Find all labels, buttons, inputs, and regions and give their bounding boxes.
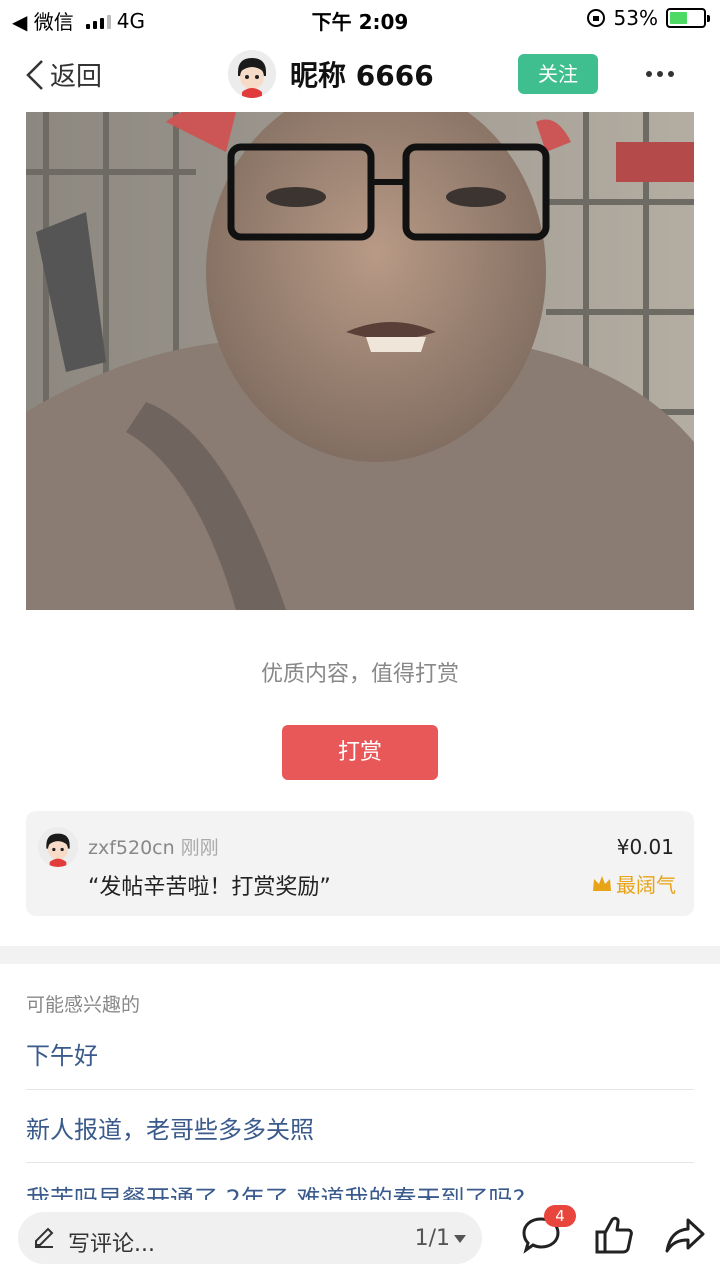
recommend-title: 可能感兴趣的 — [26, 994, 141, 1016]
avatar[interactable] — [38, 827, 78, 867]
section-divider — [0, 946, 720, 964]
reward-user: zxf520cn 刚刚 — [88, 833, 219, 860]
pencil-icon — [35, 1227, 54, 1248]
divider — [26, 1162, 694, 1163]
status-bar: ◀ 微信 4G 下午 2:09 53% — [0, 0, 720, 36]
bottom-bar: 写评论... 1/1 4 — [0, 1200, 720, 1280]
avatar-image — [228, 50, 276, 98]
page-indicator[interactable]: 1/1 — [415, 1226, 466, 1251]
reward-amount: ¥0.01 — [616, 835, 674, 859]
more-dot-icon — [646, 71, 652, 77]
battery-fill — [670, 12, 687, 24]
orientation-lock-icon — [586, 9, 605, 27]
badge-label: 最阔气 — [616, 873, 676, 897]
reward-button[interactable]: 打赏 — [282, 725, 438, 780]
reward-message: “发帖辛苦啦！打赏奖励” — [88, 875, 331, 900]
comment-input[interactable]: 写评论... 1/1 — [18, 1212, 482, 1264]
status-right: 53% — [586, 6, 710, 30]
thumbs-up-icon[interactable] — [594, 1214, 634, 1256]
avatar-image — [38, 827, 78, 867]
crown-icon — [593, 875, 611, 891]
more-dot-icon — [668, 71, 674, 77]
follow-button[interactable]: 关注 — [518, 54, 598, 94]
back-label: 返回 — [50, 62, 103, 92]
comment-placeholder: 写评论... — [68, 1232, 155, 1257]
comment-count-badge: 4 — [544, 1205, 576, 1227]
caret-down-icon — [454, 1234, 466, 1243]
battery-icon — [666, 8, 710, 28]
page-indicator-label: 1/1 — [414, 1226, 450, 1251]
reward-time: 刚刚 — [180, 837, 219, 859]
more-button[interactable] — [640, 56, 680, 92]
divider — [26, 1089, 694, 1090]
chevron-left-icon — [26, 59, 43, 90]
reward-prompt: 优质内容，值得打赏 — [260, 662, 459, 687]
photo-image — [26, 112, 694, 610]
recommend-item[interactable]: 新人报道，老哥些多多关照 — [26, 1110, 694, 1145]
battery-percent: 53% — [613, 6, 658, 30]
author-info[interactable]: 昵称 6666 — [228, 50, 434, 98]
recommend-item[interactable]: 我苦吗早餐开通了 2年了 难道我的春天到了吗? — [26, 1180, 694, 1200]
more-dot-icon — [657, 71, 663, 77]
reward-record: zxf520cn 刚刚 “发帖辛苦啦！打赏奖励” ¥0.01 最阔气 — [26, 811, 694, 916]
avatar[interactable] — [228, 50, 276, 98]
nickname: 昵称 6666 — [290, 59, 434, 92]
nav-bar: 返回 昵称 6666 关注 — [0, 42, 720, 106]
top-tipper-badge: 最阔气 — [592, 869, 676, 898]
reward-username[interactable]: zxf520cn — [88, 837, 175, 859]
back-button[interactable]: 返回 — [26, 56, 102, 93]
recommend-item[interactable]: 下午好 — [26, 1036, 694, 1071]
post-photo[interactable] — [26, 112, 694, 610]
share-icon[interactable] — [664, 1214, 706, 1256]
